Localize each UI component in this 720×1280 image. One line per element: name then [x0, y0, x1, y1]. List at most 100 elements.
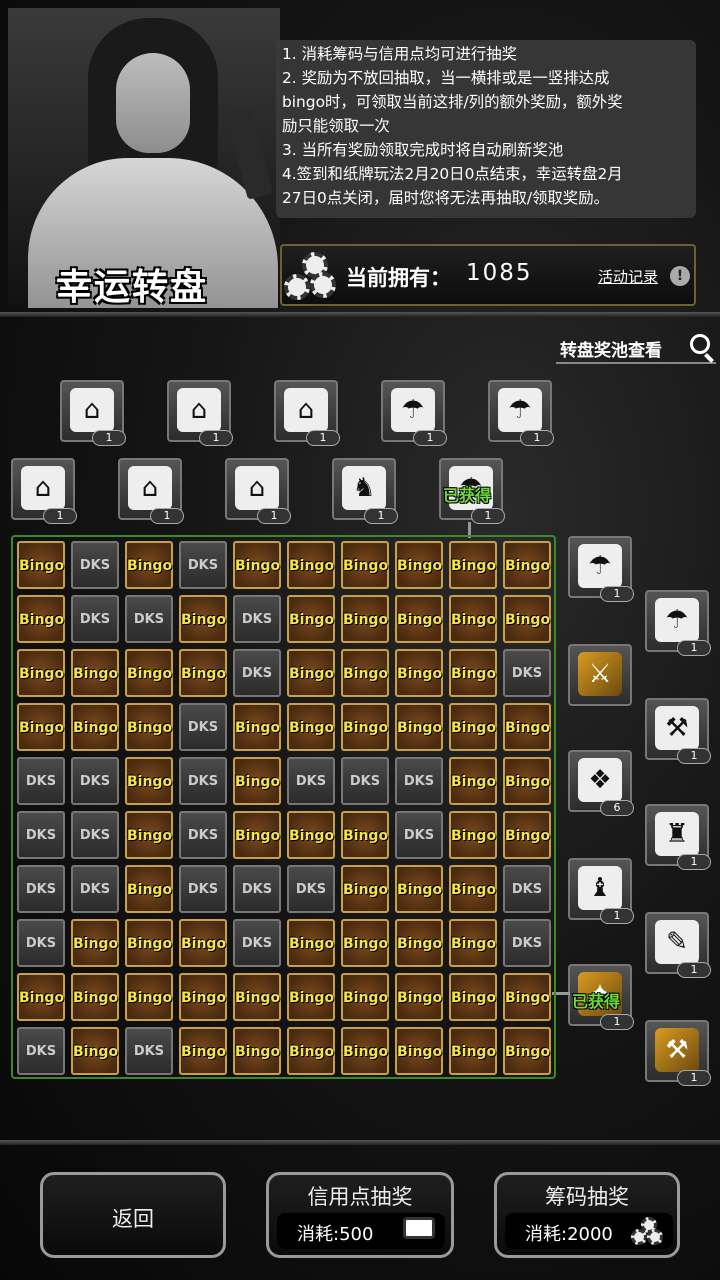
column-reward[interactable]: ☂ 1 [381, 380, 447, 446]
dks-cell: DKS [71, 595, 119, 643]
bingo-cell: Bingo [287, 973, 335, 1021]
row-reward[interactable]: ☂ 1 [645, 590, 711, 656]
dks-cell: DKS [287, 865, 335, 913]
column-reward[interactable]: ⌂ 1 [274, 380, 340, 446]
reward-count: 1 [257, 508, 291, 524]
bingo-cell: Bingo [503, 703, 551, 751]
row-reward[interactable]: ⚒ 1 [645, 1020, 711, 1086]
bingo-cell: Bingo [503, 973, 551, 1021]
row-reward[interactable]: ☂ 1 [568, 536, 634, 602]
dks-cell: DKS [503, 919, 551, 967]
hanger-icon: ⌂ [70, 388, 114, 432]
info-icon[interactable]: ! [670, 266, 690, 286]
reward-count: 6 [600, 800, 634, 816]
row-reward[interactable]: ⚒ 1 [645, 698, 711, 764]
bingo-cell: Bingo [449, 757, 497, 805]
row-reward[interactable]: ❖ 6 [568, 750, 634, 816]
row-reward[interactable]: ♝ 1 [568, 858, 634, 924]
bingo-cell: Bingo [503, 595, 551, 643]
bingo-cell: Bingo [125, 541, 173, 589]
bingo-cell: Bingo [71, 703, 119, 751]
dks-cell: DKS [395, 757, 443, 805]
bingo-cell: Bingo [179, 973, 227, 1021]
column-reward[interactable]: ☂ 1 已获得 [439, 458, 505, 524]
pool-view-button[interactable]: 转盘奖池查看 [556, 332, 716, 364]
reward-count: 1 [43, 508, 77, 524]
row-reward[interactable]: ♜ 1 [645, 804, 711, 870]
row-reward[interactable]: ⚔ [568, 644, 632, 706]
dks-cell: DKS [125, 1027, 173, 1075]
dks-cell: DKS [341, 757, 389, 805]
bingo-cell: Bingo [125, 757, 173, 805]
column-reward[interactable]: ⌂ 1 [167, 380, 233, 446]
dks-cell: DKS [233, 919, 281, 967]
dks-cell: DKS [71, 811, 119, 859]
bingo-cell: Bingo [287, 703, 335, 751]
owned-amount: 1085 [466, 260, 533, 286]
hanger-icon: ⌂ [177, 388, 221, 432]
bingo-cell: Bingo [341, 973, 389, 1021]
dks-cell: DKS [17, 919, 65, 967]
reward-count: 1 [199, 430, 233, 446]
dks-cell: DKS [17, 757, 65, 805]
reward-count: 1 [600, 586, 634, 602]
rule-line: 2. 奖励为不放回抽取，当一横排或是一竖排达成 [282, 69, 610, 87]
chip-cost-box: 消耗:2000 [505, 1213, 673, 1249]
bingo-cell: Bingo [341, 649, 389, 697]
bingo-cell: Bingo [341, 703, 389, 751]
bingo-cell: Bingo [449, 973, 497, 1021]
column-reward[interactable]: ⌂ 1 [118, 458, 184, 524]
bingo-cell: Bingo [395, 649, 443, 697]
row-reward[interactable]: ✦ 1 已获得 [568, 964, 634, 1030]
activity-record-link[interactable]: 活动记录 [598, 266, 658, 287]
back-label: 返回 [112, 1207, 154, 1231]
credit-draw-label: 信用点抽奖 [307, 1185, 413, 1209]
airdrop-icon: ☂ [498, 388, 542, 432]
bingo-cell: Bingo [341, 1027, 389, 1075]
airdrop-icon: ☂ [578, 544, 622, 588]
back-button[interactable]: 返回 [40, 1172, 226, 1258]
bingo-cell: Bingo [341, 865, 389, 913]
reward-count: 1 [600, 908, 634, 924]
page-title: 幸运转盘 [56, 267, 209, 308]
bingo-cell: Bingo [125, 811, 173, 859]
credit-card-icon [403, 1217, 437, 1243]
credit-draw-button[interactable]: 信用点抽奖 消耗:500 [266, 1172, 454, 1258]
bingo-cell: Bingo [341, 919, 389, 967]
bingo-cell: Bingo [449, 595, 497, 643]
rabbit-icon: ♞ [342, 466, 386, 510]
card-pack-icon: ❖ [578, 758, 622, 802]
dks-cell: DKS [125, 595, 173, 643]
bingo-cell: Bingo [287, 649, 335, 697]
column-reward[interactable]: ⌂ 1 [60, 380, 126, 446]
bingo-cell: Bingo [449, 919, 497, 967]
reward-count: 1 [600, 1014, 634, 1030]
dks-cell: DKS [179, 811, 227, 859]
dks-cell: DKS [71, 757, 119, 805]
column-reward[interactable]: ♞ 1 [332, 458, 398, 524]
column-reward[interactable]: ☂ 1 [488, 380, 554, 446]
search-icon [690, 334, 710, 354]
bingo-cell: Bingo [287, 811, 335, 859]
divider [0, 312, 720, 317]
bingo-cell: Bingo [449, 649, 497, 697]
chip-draw-button[interactable]: 筹码抽奖 消耗:2000 [494, 1172, 680, 1258]
bingo-cell: Bingo [179, 649, 227, 697]
airdrop-icon: ☂ [655, 598, 699, 642]
bingo-cell: Bingo [71, 973, 119, 1021]
bingo-cell: Bingo [125, 865, 173, 913]
bingo-cell: Bingo [395, 973, 443, 1021]
bingo-cell: Bingo [233, 757, 281, 805]
pool-view-label: 转盘奖池查看 [560, 341, 662, 361]
row-reward[interactable]: ✎ 1 [645, 912, 711, 978]
rule-line: 3. 当所有奖励领取完成时将自动刷新奖池 [282, 141, 564, 159]
column-reward[interactable]: ⌂ 1 [11, 458, 77, 524]
hanger-icon: ⌂ [128, 466, 172, 510]
claimed-badge: 已获得 [572, 992, 621, 1011]
credit-cost-box: 消耗:500 [277, 1213, 445, 1249]
bingo-cell: Bingo [287, 595, 335, 643]
column-reward[interactable]: ⌂ 1 [225, 458, 291, 524]
bingo-cell: Bingo [395, 865, 443, 913]
reward-count: 1 [677, 854, 711, 870]
bingo-cell: Bingo [179, 1027, 227, 1075]
